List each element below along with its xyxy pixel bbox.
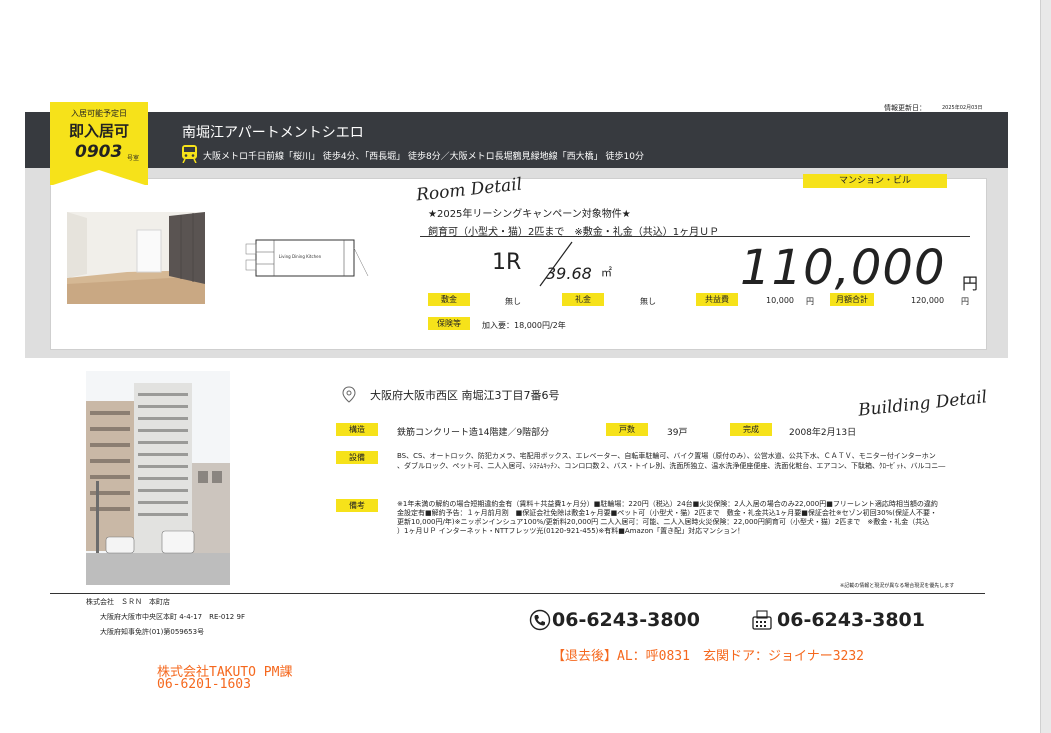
room-photo	[67, 212, 205, 304]
structure-value: 鉄筋コンクリート造14階建／9階部分	[397, 428, 550, 438]
fax-number: 06-6243-3801	[777, 609, 925, 631]
units-label: 戸数	[606, 423, 648, 436]
pm-phone[interactable]: 06-6201-1603	[157, 677, 251, 692]
room-area-unit: ㎡	[601, 266, 612, 279]
insurance-label: 保険等	[428, 317, 470, 330]
facilities-line-2: 、ダブルロック、ペット可、二人入居可、ｼｽﾃﾑｷｯﾁﾝ、コンロ口数２、バス・トイ…	[397, 462, 946, 470]
footer-divider	[50, 593, 985, 594]
structure-label: 構造	[336, 423, 378, 436]
common-fee-unit: 円	[806, 297, 814, 306]
building-name: 南堀江アパートメントシエロ	[182, 125, 364, 141]
deposit-label: 敷金	[428, 293, 470, 306]
availability-label: 入居可能予定日	[71, 109, 127, 118]
units-value: 39戸	[667, 428, 688, 438]
monthly-total-unit: 円	[961, 297, 969, 306]
monthly-total-value: 120,000	[911, 296, 945, 305]
deposit-value: 無し	[505, 297, 521, 306]
phone-icon	[529, 609, 551, 631]
facilities-label: 設備	[336, 451, 378, 464]
map-pin-icon	[342, 386, 356, 403]
agency-name: 株式会社 ＳＲＮ 本町店	[86, 598, 170, 606]
building-photo	[86, 371, 230, 585]
rent-unit: 円	[962, 274, 979, 293]
after-move-out-note: 【退去後】AL：呼0831 玄関ドア：ジョイナー3232	[552, 649, 865, 664]
key-money-label: 礼金	[562, 293, 604, 306]
notes-line-4: ）1ヶ月ＵＰ インターネット・NTTフレッツ光(0120-921-455)※有料…	[397, 527, 745, 535]
phone-number[interactable]: 06-6243-3800	[552, 609, 700, 631]
updated-date: 2025年02月03日	[942, 105, 983, 111]
property-type-badge: マンション・ビル	[803, 174, 947, 188]
campaign-note: ★2025年リーシングキャンペーン対象物件★	[428, 209, 631, 220]
common-fee-label: 共益費	[696, 293, 738, 306]
train-icon	[182, 145, 197, 163]
agency-license: 大阪府知事免許(01)第059653号	[100, 628, 205, 636]
tag-notch	[50, 170, 148, 186]
facilities-line-1: BS、CS、オートロック、防犯カメラ、宅配用ボックス、エレベーター、自転車駐輪可…	[397, 452, 936, 460]
key-money-value: 無し	[640, 297, 656, 306]
monthly-total-label: 月額合計	[830, 293, 874, 306]
common-fee-value: 10,000	[766, 296, 794, 305]
room-number: 0903	[75, 142, 123, 162]
floor-plan: Living Dining Kitchen	[245, 239, 369, 277]
completed-value: 2008年2月13日	[789, 428, 857, 438]
room-area: 39.68	[546, 264, 592, 283]
station-access: 大阪メトロ千日前線「桜川」 徒歩4分、「西長堀」 徒歩8分／大阪メトロ長堀鶴見緑…	[203, 152, 644, 162]
building-address: 大阪府大阪市西区 南堀江3丁目7番6号	[370, 389, 560, 402]
insurance-value: 加入要：18,000円/2年	[482, 321, 566, 330]
floorplan-room-label: Living Dining Kitchen	[279, 254, 322, 259]
notes-label: 備考	[336, 499, 378, 512]
fax-icon	[752, 610, 772, 630]
room-divider	[420, 236, 970, 237]
room-number-suffix: 号室	[127, 155, 140, 162]
availability-value: 即入居可	[68, 122, 129, 140]
building-detail-title: Building Detail	[857, 387, 989, 421]
page-edge	[1040, 0, 1051, 733]
disclaimer: ※記載の情報と現況が異なる場合現況を優先します	[840, 583, 955, 589]
room-layout: 1R	[492, 250, 522, 275]
rent-amount: 110,000	[740, 240, 946, 296]
agency-address: 大阪府大阪市中央区本町 4-4-17 RE-012 9F	[100, 613, 245, 621]
completed-label: 完成	[730, 423, 772, 436]
